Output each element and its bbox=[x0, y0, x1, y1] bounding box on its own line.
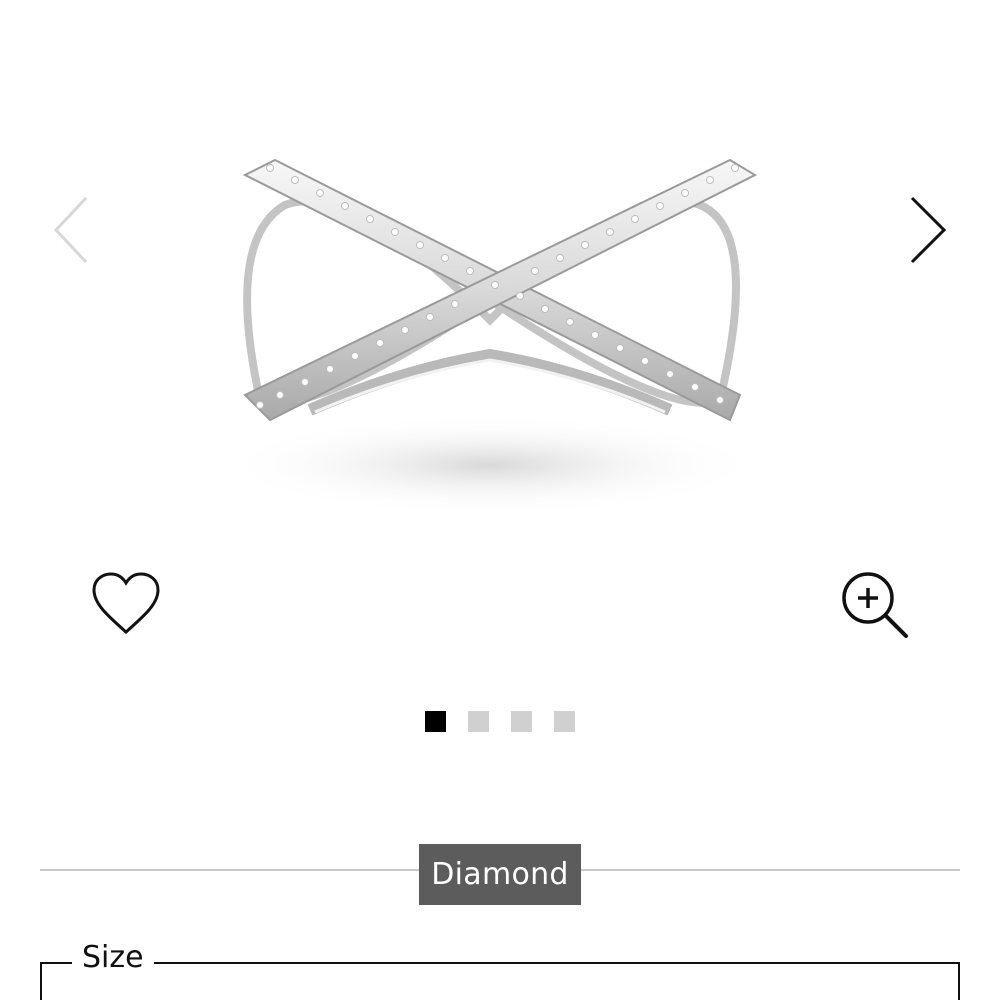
pagination-dot-2[interactable] bbox=[468, 711, 489, 732]
gallery-pagination bbox=[0, 711, 1000, 733]
chevron-left-icon[interactable] bbox=[48, 190, 98, 270]
pagination-dot-4[interactable] bbox=[554, 711, 575, 732]
product-gallery bbox=[0, 0, 1000, 638]
size-legend: Size bbox=[72, 938, 154, 978]
divider bbox=[40, 869, 420, 871]
product-image bbox=[220, 158, 760, 515]
pagination-dot-1[interactable] bbox=[425, 711, 446, 732]
pagination-dot-3[interactable] bbox=[511, 711, 532, 732]
variant-label: Diamond bbox=[419, 844, 581, 905]
product-page: Diamond Size bbox=[0, 0, 1000, 1000]
heart-icon[interactable] bbox=[88, 570, 164, 638]
size-selector[interactable] bbox=[40, 962, 960, 1000]
divider bbox=[580, 869, 960, 871]
chevron-right-icon[interactable] bbox=[902, 190, 952, 270]
zoom-in-icon[interactable] bbox=[836, 568, 912, 640]
